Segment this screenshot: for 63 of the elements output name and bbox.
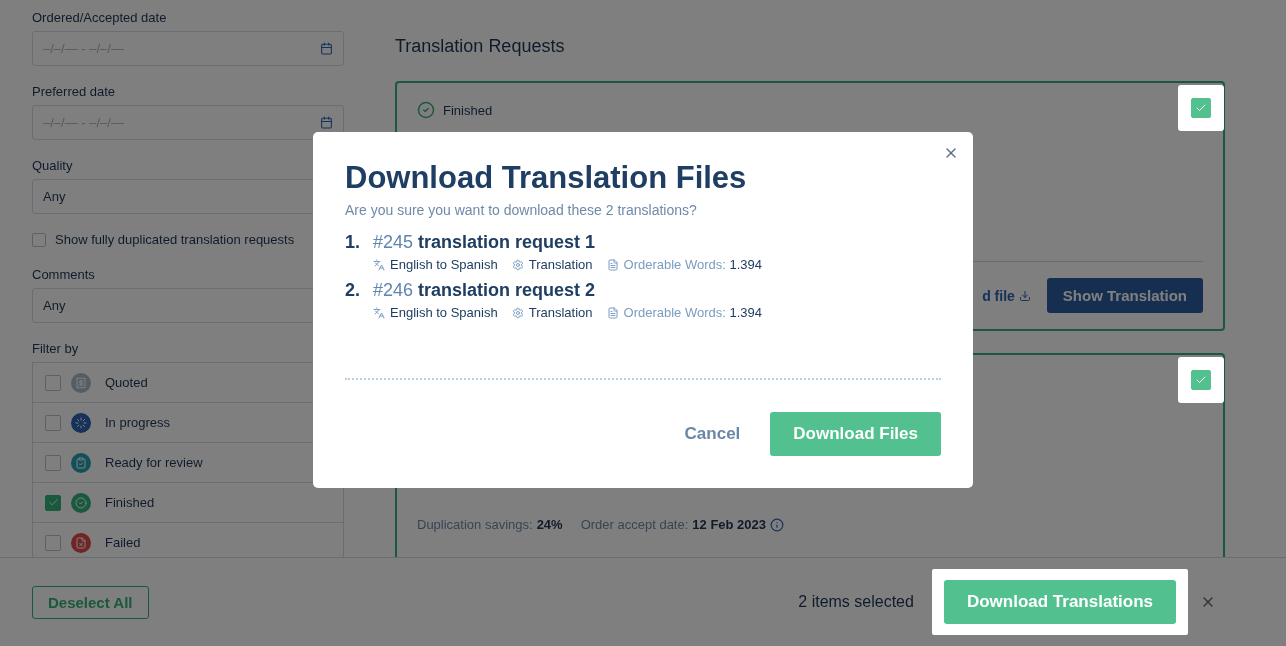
detail-text: Order accept date: 12 Feb 2023 — [580, 517, 785, 532]
spinner-icon — [71, 412, 91, 433]
checkbox[interactable] — [45, 494, 61, 511]
service-type: Translation — [528, 257, 593, 272]
field-label: Quality — [32, 158, 74, 173]
date-range-field[interactable]: –/–/— - –/–/— — [32, 105, 344, 140]
gear-icon — [511, 306, 524, 319]
filter-label: Quoted — [105, 375, 148, 390]
show-translation-button[interactable]: Show Translation — [1046, 278, 1203, 313]
deselect-button[interactable]: Deselect All — [32, 585, 149, 619]
checkbox[interactable] — [45, 454, 61, 471]
filter-label: In progress — [105, 415, 171, 430]
calendar-icon — [320, 116, 333, 129]
field-label: Preferred date — [32, 84, 117, 99]
translate-icon — [373, 306, 385, 319]
field-label: Comments — [32, 267, 96, 282]
clipboard-icon — [71, 452, 91, 473]
cancel-button[interactable]: Cancel — [678, 423, 747, 445]
word-count: Orderable Words: 1.394 — [623, 257, 763, 272]
checkbox[interactable] — [45, 414, 61, 431]
item-number: 1. — [345, 232, 361, 253]
request-title: #246 translation request 2 — [373, 280, 597, 301]
date-range-field[interactable]: –/–/— - –/–/— — [32, 31, 344, 66]
field-label: Filter by — [32, 341, 80, 356]
filter-label: Finished — [105, 495, 155, 510]
request-title: #245 translation request 1 — [373, 232, 597, 253]
service-type: Translation — [528, 305, 593, 320]
section-title: Translation Requests — [395, 36, 566, 57]
checkmark-icon — [47, 497, 59, 508]
filter-label: Failed — [105, 535, 141, 550]
gear-icon — [511, 258, 524, 271]
download-icon — [1018, 289, 1031, 302]
word-count: Orderable Words: 1.394 — [623, 305, 763, 320]
dialog-title: Download Translation Files — [345, 160, 748, 196]
download-link[interactable]: d file — [982, 287, 1031, 304]
download-files-button[interactable]: Download Files — [770, 412, 941, 456]
document-icon — [606, 306, 619, 319]
checkbox[interactable] — [1191, 98, 1211, 118]
check-circle-icon — [71, 492, 91, 513]
dialog-subtitle: Are you sure you want to download these 2 translations? — [345, 202, 698, 218]
checkbox-label: Show fully duplicated translation requests — [55, 232, 295, 247]
selection-count: 2 items selected — [798, 593, 914, 611]
document-icon — [606, 258, 619, 271]
detail-text: Duplication savings: 24% — [417, 517, 563, 532]
check-circle-icon — [417, 101, 435, 119]
calendar-icon — [320, 42, 333, 55]
checkmark-icon — [1195, 374, 1207, 386]
checkmark-icon — [1195, 102, 1207, 114]
document-icon — [71, 532, 91, 553]
checkbox[interactable] — [45, 534, 61, 551]
field-label: Ordered/Accepted date — [32, 10, 168, 25]
translate-icon — [373, 258, 385, 271]
checkbox[interactable] — [45, 374, 61, 391]
info-icon — [770, 517, 785, 532]
item-number: 2. — [345, 280, 361, 301]
checkbox[interactable] — [1191, 370, 1211, 390]
checkbox[interactable] — [32, 232, 46, 247]
receipt-icon — [71, 372, 91, 393]
language-pair: English to Spanish — [390, 257, 498, 272]
status-label: Finished — [443, 102, 493, 118]
download-translations-button[interactable]: Download Translations — [943, 580, 1176, 624]
filter-label: Ready for review — [105, 455, 203, 470]
language-pair: English to Spanish — [390, 305, 498, 320]
